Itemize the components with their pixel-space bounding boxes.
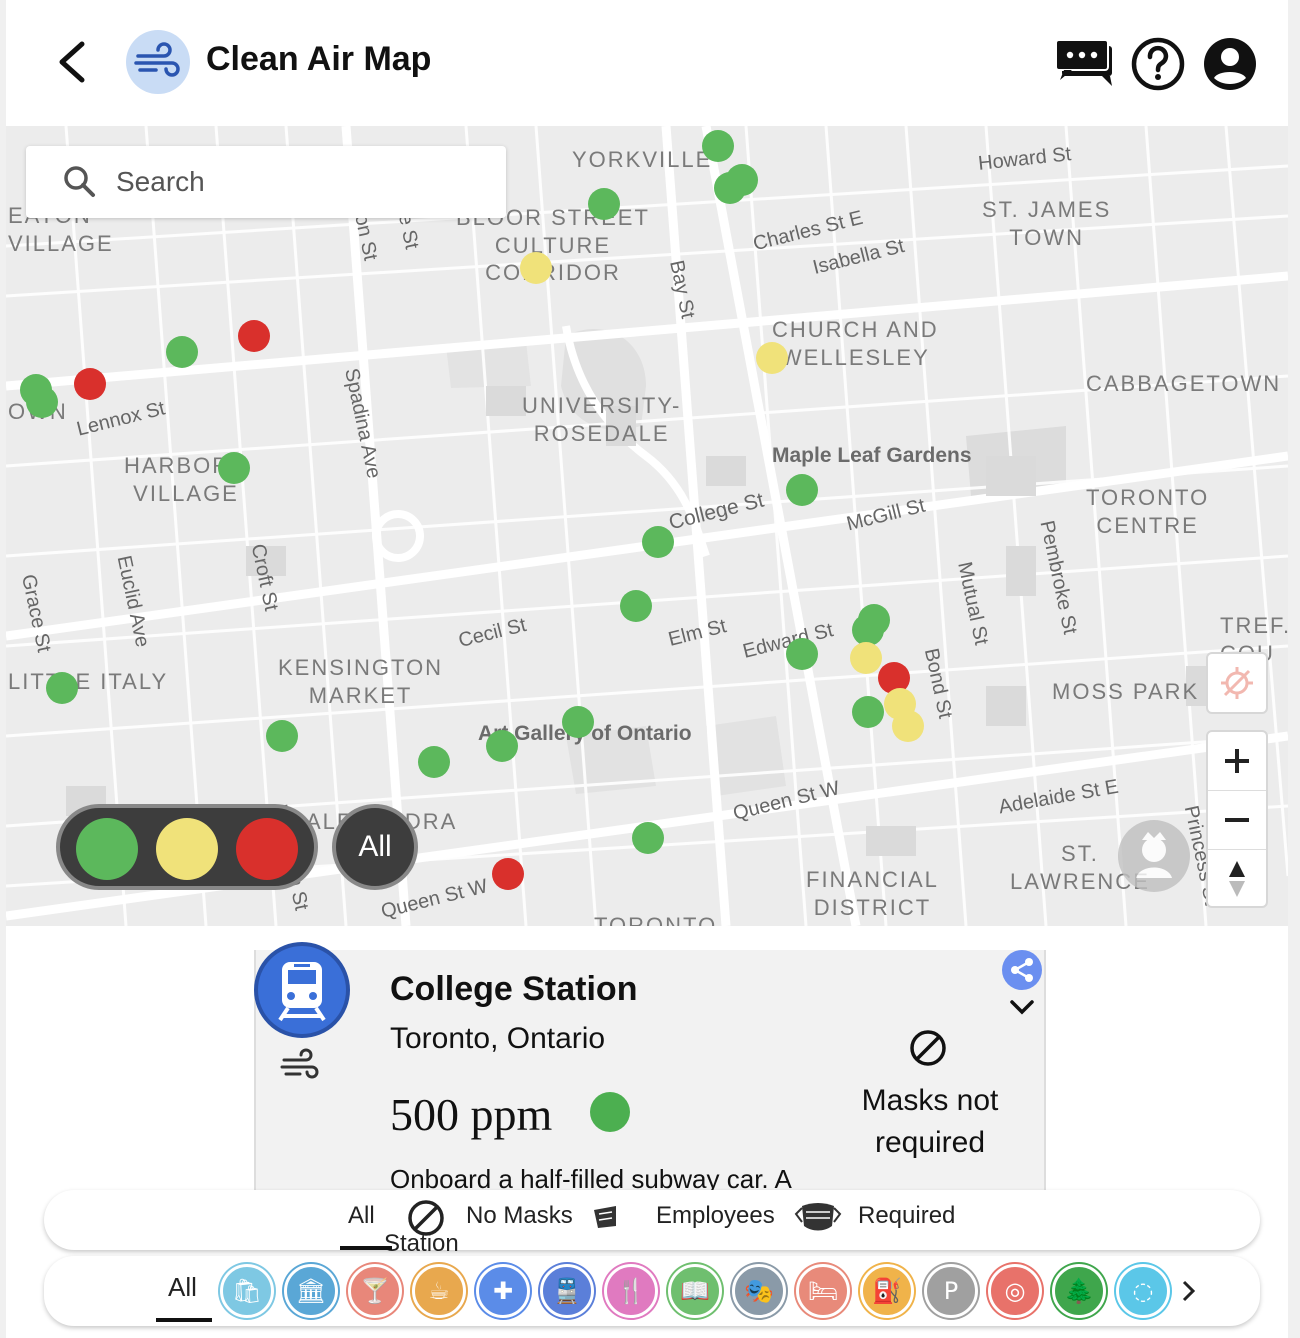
place-title: College Station xyxy=(390,970,638,1008)
mask-filter-employees[interactable]: Employees xyxy=(656,1202,775,1230)
mask-policy-text: Masks not required xyxy=(861,1084,999,1159)
theater-icon[interactable]: 🎭 xyxy=(732,1264,786,1318)
place-detail-card[interactable]: College Station Toronto, Ontario 500 ppm… xyxy=(254,950,1046,1190)
air-quality-marker-green[interactable] xyxy=(166,336,198,368)
shopping-bag-icon[interactable]: 🛍 xyxy=(220,1264,274,1318)
neighbourhood-label: CABBAGETOWN xyxy=(1086,371,1282,396)
neighbourhood-label: KENSINGTON MARKET xyxy=(278,655,444,708)
air-quality-marker-green[interactable] xyxy=(620,590,652,622)
legend-green-filter[interactable] xyxy=(76,818,138,880)
zoom-in-icon[interactable] xyxy=(1208,732,1266,790)
wind-logo-icon xyxy=(126,30,190,94)
air-quality-marker-green[interactable] xyxy=(642,526,674,558)
air-quality-marker-green[interactable] xyxy=(632,822,664,854)
mask-filter-bar: Station All No Masks Employees Required xyxy=(44,1190,1260,1257)
mask-filter-no-masks[interactable]: No Masks xyxy=(466,1202,573,1230)
app-header: Clean Air Map xyxy=(6,0,1288,126)
map-view[interactable]: YORKVILLE EATON VILLAGE BLOOR STREET CUL… xyxy=(6,126,1288,926)
air-quality-marker-green[interactable] xyxy=(418,746,450,778)
restaurant-icon[interactable]: 🍴 xyxy=(604,1264,658,1318)
air-quality-marker-green[interactable] xyxy=(786,638,818,670)
neighbourhood-label: MOSS PARK xyxy=(1052,679,1200,704)
neighbourhood-label: ST. JAMES TOWN xyxy=(982,197,1112,250)
locate-disabled-icon[interactable] xyxy=(1208,654,1266,712)
train-icon xyxy=(254,942,350,1038)
active-tab-indicator xyxy=(340,1246,392,1250)
medical-cross-icon[interactable]: ✚ xyxy=(476,1264,530,1318)
air-quality-marker-green[interactable] xyxy=(218,452,250,484)
air-quality-marker-green[interactable] xyxy=(26,386,58,418)
chat-icon[interactable] xyxy=(1054,36,1120,90)
face-mask-icon[interactable] xyxy=(794,1200,842,1234)
legend-red-filter[interactable] xyxy=(236,818,298,880)
category-filter-bar: All 🛍 🏛 🍸 ☕ ✚ 🚆 🍴 📖 🎭 🛏 ⛽ P ◎ 🌲 ◌ xyxy=(44,1256,1260,1326)
app-title: Clean Air Map xyxy=(206,40,432,78)
air-quality-legend xyxy=(56,804,318,890)
air-quality-marker-green[interactable] xyxy=(562,706,594,738)
location-control xyxy=(1206,652,1268,714)
neighbourhood-label: TORONTO xyxy=(594,913,718,926)
legend-all-filter[interactable]: All xyxy=(332,804,418,890)
account-icon[interactable] xyxy=(1202,36,1258,90)
place-location: Toronto, Ontario xyxy=(390,1022,606,1055)
air-quality-status-dot xyxy=(590,1092,630,1132)
air-quality-marker-yellow[interactable] xyxy=(520,252,552,284)
air-quality-marker-green[interactable] xyxy=(46,672,78,704)
neighbourhood-label: FINANCIAL DISTRICT xyxy=(806,867,939,920)
air-quality-marker-yellow[interactable] xyxy=(756,342,788,374)
search-icon xyxy=(64,166,95,197)
air-quality-marker-red[interactable] xyxy=(238,320,270,352)
neighbourhood-label: CHURCH AND WELLESLEY xyxy=(772,317,939,370)
air-quality-marker-green[interactable] xyxy=(486,730,518,762)
hotel-icon[interactable]: 🛏 xyxy=(796,1264,850,1318)
place-description: Onboard a half-filled subway car. A xyxy=(390,1164,792,1190)
search-input[interactable] xyxy=(116,164,486,200)
air-quality-marker-green[interactable] xyxy=(588,188,620,220)
street-view-icon[interactable] xyxy=(1118,820,1190,892)
parking-icon[interactable]: P xyxy=(924,1264,978,1318)
neighbourhood-label: TORONTO CENTRE xyxy=(1086,485,1210,538)
search-bar xyxy=(26,146,506,218)
coffee-icon[interactable]: ☕ xyxy=(412,1264,466,1318)
cocktail-icon[interactable]: 🍸 xyxy=(348,1264,402,1318)
wind-icon xyxy=(280,1048,319,1079)
back-chevron-icon[interactable] xyxy=(50,38,94,86)
neighbourhood-label: UNIVERSITY- ROSEDALE xyxy=(522,393,682,446)
air-quality-marker-red[interactable] xyxy=(74,368,106,400)
co2-reading: 500 ppm xyxy=(390,1089,553,1140)
air-quality-marker-green[interactable] xyxy=(786,474,818,506)
compass-icon[interactable] xyxy=(1208,850,1266,908)
mask-filter-required[interactable]: Required xyxy=(858,1202,955,1230)
legend-yellow-filter[interactable] xyxy=(156,818,218,880)
chevron-down-icon[interactable] xyxy=(1006,994,1038,1020)
train-icon[interactable]: 🚆 xyxy=(540,1264,594,1318)
library-icon[interactable]: 📖 xyxy=(668,1264,722,1318)
active-tab-indicator xyxy=(156,1318,212,1322)
air-quality-marker-yellow[interactable] xyxy=(892,710,924,742)
neighbourhood-label: YORKVILLE xyxy=(572,147,713,172)
poi-label: Maple Leaf Gardens xyxy=(772,444,972,467)
share-icon[interactable] xyxy=(1002,950,1042,990)
help-icon[interactable] xyxy=(1130,36,1186,91)
no-mask-icon[interactable] xyxy=(406,1198,446,1238)
half-mask-icon[interactable] xyxy=(590,1202,620,1232)
air-quality-marker-green[interactable] xyxy=(852,696,884,728)
mask-filter-all[interactable]: All xyxy=(348,1202,375,1230)
zoom-out-icon[interactable] xyxy=(1208,791,1266,849)
gas-pump-icon[interactable]: ⛽ xyxy=(860,1264,914,1318)
zoom-controls xyxy=(1206,730,1268,908)
neighbourhood-label: LITTLE ITALY xyxy=(8,669,169,694)
air-quality-marker-yellow[interactable] xyxy=(850,642,882,674)
air-quality-marker-red[interactable] xyxy=(492,858,524,890)
museum-icon[interactable]: 🏛 xyxy=(284,1264,338,1318)
cinema-icon[interactable]: ◎ xyxy=(988,1264,1042,1318)
air-quality-marker-green[interactable] xyxy=(714,172,746,204)
other-icon[interactable]: ◌ xyxy=(1116,1264,1170,1318)
chevron-right-icon[interactable] xyxy=(1176,1274,1200,1313)
park-icon[interactable]: 🌲 xyxy=(1052,1264,1106,1318)
category-filter-all[interactable]: All xyxy=(168,1272,197,1303)
air-quality-marker-green[interactable] xyxy=(702,130,734,162)
no-mask-icon xyxy=(910,1030,946,1066)
air-quality-marker-green[interactable] xyxy=(266,720,298,752)
